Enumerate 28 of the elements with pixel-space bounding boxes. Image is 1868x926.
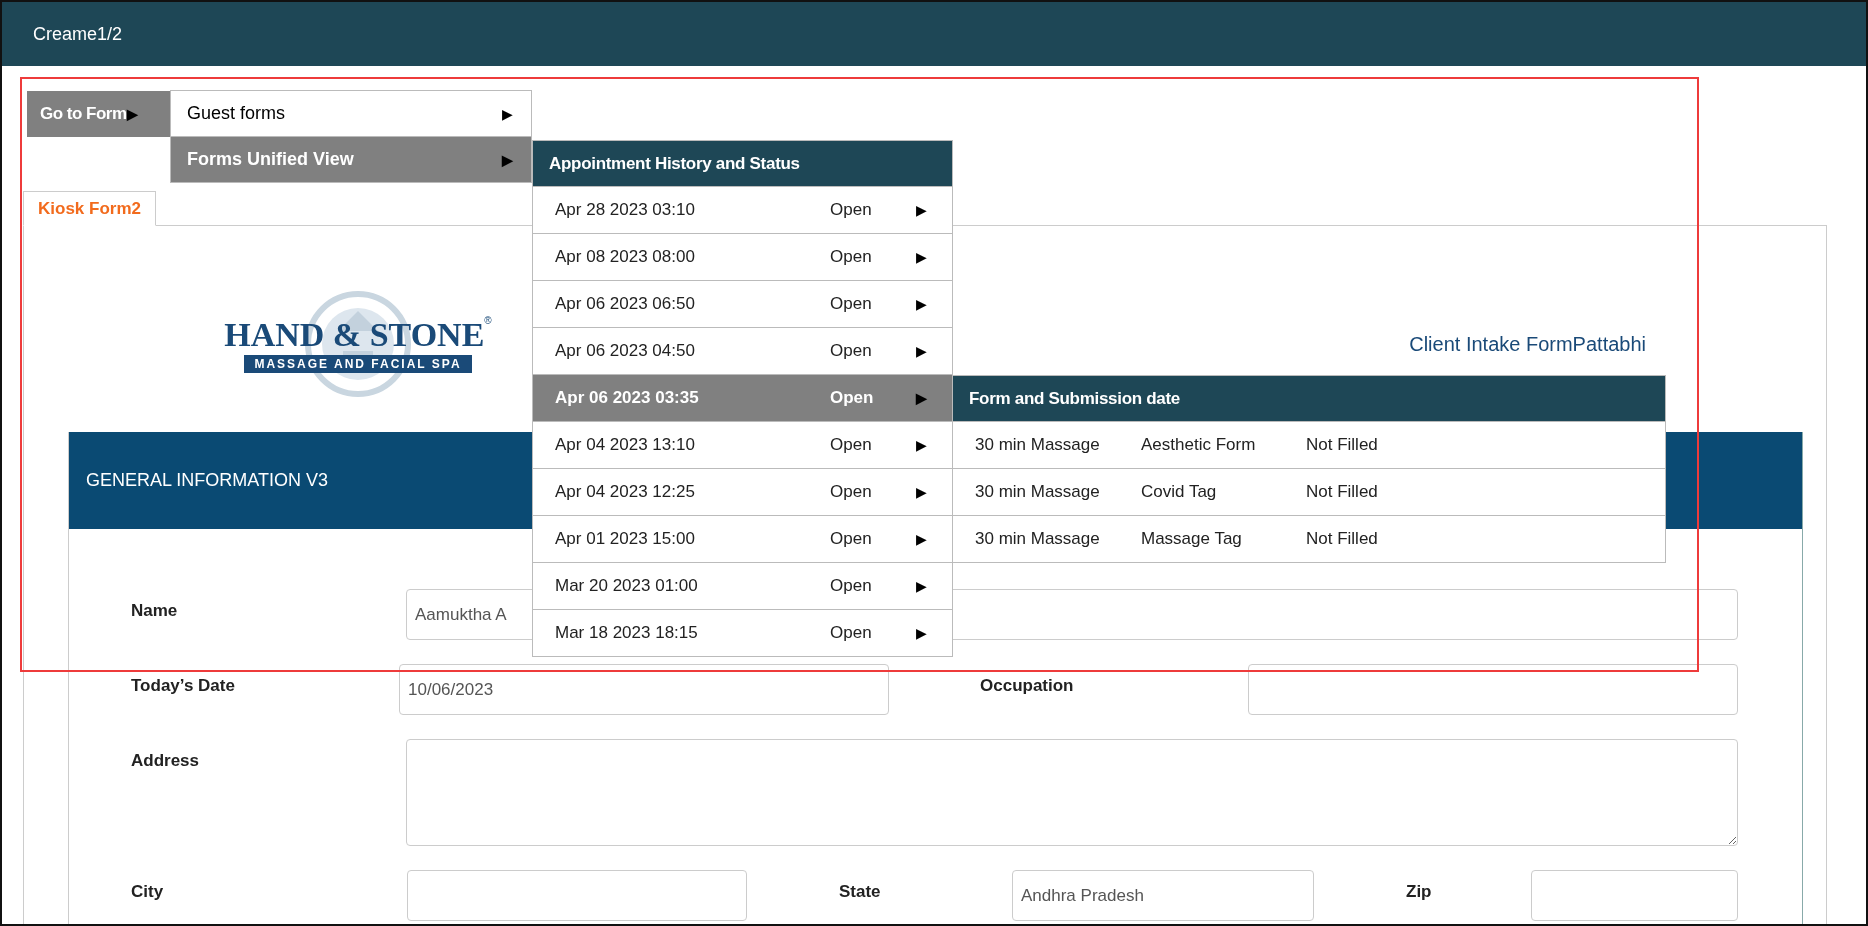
section-title: GENERAL INFORMATION V3 [86,470,329,491]
date-field[interactable]: 10/06/2023 [399,664,889,715]
city-field[interactable] [407,870,747,921]
menu-title: Form and Submission date [969,388,1180,409]
menu-item[interactable]: Forms Unified View ▶ [170,136,532,183]
field-label: City [131,881,165,902]
zip-field[interactable] [1531,870,1738,921]
occupation-field[interactable] [1248,664,1738,715]
field-label: Occupation [980,675,1075,696]
field-label: Name [131,600,179,621]
menu-item[interactable]: Guest forms ▶ [170,90,532,137]
field-label: Today’s Date [131,675,236,696]
address-field[interactable] [406,739,1738,846]
submission-item[interactable]: 30 min Massage Massage Tag Not Filled [953,515,1665,562]
menu-title: Appointment History and Status [549,153,800,174]
brand-name: HAND & STONE [224,315,485,355]
state-field[interactable]: Andhra Pradesh [1012,870,1314,921]
field-label: Zip [1406,881,1433,902]
appointment-item[interactable]: Apr 06 2023 03:35 Open ▶ [533,374,952,421]
registered-mark: ® [484,315,492,326]
form-title: Client Intake FormPattabhi [1409,332,1646,356]
go-to-form-button[interactable]: Go to Form▶ [27,91,170,137]
field-label: Address [131,750,201,771]
field-label: State [839,881,882,902]
brand-tagline: MASSAGE AND FACIAL SPA [244,355,472,373]
window-title: Creame1/2 [33,23,123,45]
submission-item[interactable]: 30 min Massage Covid Tag Not Filled [953,468,1665,515]
submission-item[interactable]: 30 min Massage Aesthetic Form Not Filled [953,421,1665,468]
